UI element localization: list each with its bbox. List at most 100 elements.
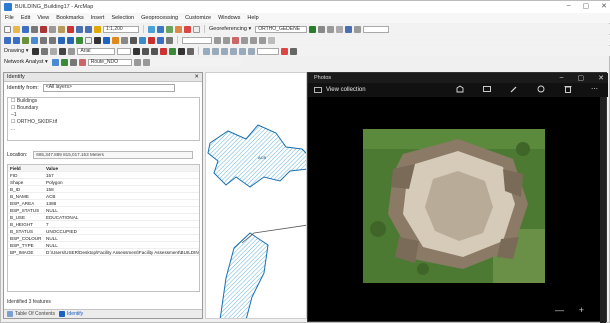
paste-icon[interactable] <box>58 25 65 33</box>
create-network-location-icon[interactable] <box>60 58 68 66</box>
attribute-row[interactable]: BP_IMAGE D:\Users\USER\Desktop\Facility A… <box>8 249 199 256</box>
attribute-row[interactable]: B_HEIGHT 7 <box>8 221 199 228</box>
sketch-icon[interactable] <box>214 36 221 44</box>
more-options-icon[interactable]: ⋯ <box>591 85 598 93</box>
map-canvas[interactable]: ACB <box>206 73 307 319</box>
tree-item-ortho[interactable]: ☐ ORTHO_SKIDF.tif <box>8 119 199 126</box>
minimize-button[interactable]: – <box>567 2 571 10</box>
attribute-row[interactable]: B_NAME ACB <box>8 193 199 200</box>
select-network-location-icon[interactable] <box>69 58 77 66</box>
clear-selection-icon[interactable] <box>85 36 92 44</box>
fill-color-icon[interactable] <box>169 47 177 55</box>
georef-tool-2-icon[interactable] <box>212 47 220 55</box>
bold-icon[interactable] <box>133 47 141 55</box>
share-icon[interactable] <box>456 85 464 93</box>
network-analyst-window-icon[interactable] <box>51 58 59 66</box>
edit-vertices-icon[interactable] <box>68 47 76 55</box>
shift-icon[interactable] <box>327 25 335 33</box>
find-icon[interactable] <box>139 36 146 44</box>
redo-icon[interactable] <box>85 25 92 33</box>
network-analyst-menu[interactable]: Network Analyst ▾ <box>4 59 48 65</box>
zoom-in-button[interactable]: + <box>579 305 584 315</box>
python-icon[interactable] <box>193 25 200 33</box>
select-elements-icon[interactable] <box>94 36 101 44</box>
edit-pencil-icon[interactable] <box>510 85 518 93</box>
text-icon[interactable] <box>59 47 67 55</box>
zoom-out-icon[interactable] <box>13 36 20 44</box>
go-back-icon[interactable] <box>58 36 65 44</box>
go-to-xy-icon[interactable] <box>157 36 164 44</box>
georef-tool-1-icon[interactable] <box>203 47 211 55</box>
menu-geoprocessing[interactable]: Geoprocessing <box>141 15 178 21</box>
identify-from-select[interactable]: <All layers> <box>42 84 175 92</box>
fixed-zoom-in-icon[interactable] <box>40 36 47 44</box>
view-collection-button[interactable]: View collection <box>314 87 366 93</box>
font-size-select[interactable] <box>117 47 132 55</box>
save-icon[interactable] <box>22 25 29 33</box>
catalog-icon[interactable] <box>166 25 173 33</box>
line-color-icon[interactable] <box>178 47 186 55</box>
delete-trash-icon[interactable] <box>564 85 572 93</box>
drawing-menu[interactable]: Drawing ▾ <box>4 48 28 54</box>
hyperlink-icon[interactable] <box>112 36 119 44</box>
measure-icon[interactable] <box>130 36 137 44</box>
attribute-row[interactable]: FID 157 <box>8 172 199 179</box>
attribute-grid[interactable]: Field Value FID 157 Shape Polygon B_ID 158 B_N… <box>7 164 200 292</box>
menu-windows[interactable]: Windows <box>218 15 240 21</box>
maximize-button[interactable]: ▢ <box>583 2 590 10</box>
attribute-row[interactable]: Shape Polygon <box>8 179 199 186</box>
attribute-row[interactable]: B_ID 158 <box>8 186 199 193</box>
photos-minimize-button[interactable]: – <box>560 74 564 82</box>
attribute-row[interactable]: B_STATUS UNOCCUPIED <box>8 228 199 235</box>
build-network-icon[interactable] <box>142 58 150 66</box>
add-data-icon[interactable] <box>94 25 101 33</box>
menu-insert[interactable]: Insert <box>91 15 105 21</box>
photos-scrollbar[interactable] <box>600 97 606 323</box>
identify-icon[interactable] <box>103 36 110 44</box>
select-features-icon[interactable] <box>76 36 83 44</box>
identify-results-tree[interactable]: ☐ Buildings ☐ Boundary –1 ☐ ORTHO_SKIDF.… <box>7 97 200 141</box>
georef-tool-5-icon[interactable] <box>239 47 247 55</box>
tree-item-ortho-child[interactable]: ... <box>8 126 199 133</box>
create-features-icon[interactable] <box>268 36 275 44</box>
full-extent-icon[interactable] <box>31 36 38 44</box>
find-route-icon[interactable] <box>148 36 155 44</box>
map-scale-field[interactable]: 1:1,200 <box>103 25 139 33</box>
tab-table-of-contents[interactable]: Table Of Contents <box>7 311 55 317</box>
delete-icon[interactable] <box>67 25 74 33</box>
time-slider-icon[interactable] <box>166 36 173 44</box>
pan-icon[interactable] <box>22 36 29 44</box>
trace-icon[interactable] <box>223 36 230 44</box>
menu-help[interactable]: Help <box>247 15 258 21</box>
font-color-icon[interactable] <box>160 47 168 55</box>
tree-item-boundary[interactable]: ☐ Boundary <box>8 105 199 112</box>
georef-layer-select[interactable]: ORTHO_GEDENE <box>255 25 308 33</box>
rotate-icon[interactable] <box>318 25 326 33</box>
solve-icon[interactable] <box>78 58 86 66</box>
tab-identify[interactable]: Identify <box>59 311 83 317</box>
sketch-properties-icon[interactable] <box>259 36 266 44</box>
arctoolbox-icon[interactable] <box>184 25 191 33</box>
view-link-table-icon[interactable] <box>345 25 353 33</box>
menu-bookmarks[interactable]: Bookmarks <box>56 15 84 21</box>
print-icon[interactable] <box>31 25 38 33</box>
map-tool-icon[interactable] <box>281 47 289 55</box>
directions-icon[interactable] <box>133 58 141 66</box>
add-control-points-icon[interactable] <box>309 25 317 33</box>
undo-icon[interactable] <box>76 25 83 33</box>
menu-view[interactable]: View <box>37 15 49 21</box>
marker-color-icon[interactable] <box>187 47 195 55</box>
identify-close-button[interactable]: ✕ <box>194 74 199 80</box>
font-select[interactable]: Arial <box>77 47 116 55</box>
cut-icon[interactable] <box>40 25 47 33</box>
network-analysis-layer-select[interactable]: Route_NDO <box>87 58 132 66</box>
open-folder-icon[interactable] <box>13 25 20 33</box>
select-elements-pointer-icon[interactable] <box>32 47 40 55</box>
search-icon[interactable] <box>175 25 182 33</box>
fixed-zoom-out-icon[interactable] <box>49 36 56 44</box>
tree-item-boundary-child[interactable]: –1 <box>8 112 199 119</box>
table-of-contents-icon[interactable] <box>157 25 164 33</box>
zoom-out-button[interactable]: — <box>555 305 564 315</box>
georef-tool-6-icon[interactable] <box>248 47 256 55</box>
georeferencing-menu[interactable]: Georeferencing ▾ <box>209 26 251 32</box>
